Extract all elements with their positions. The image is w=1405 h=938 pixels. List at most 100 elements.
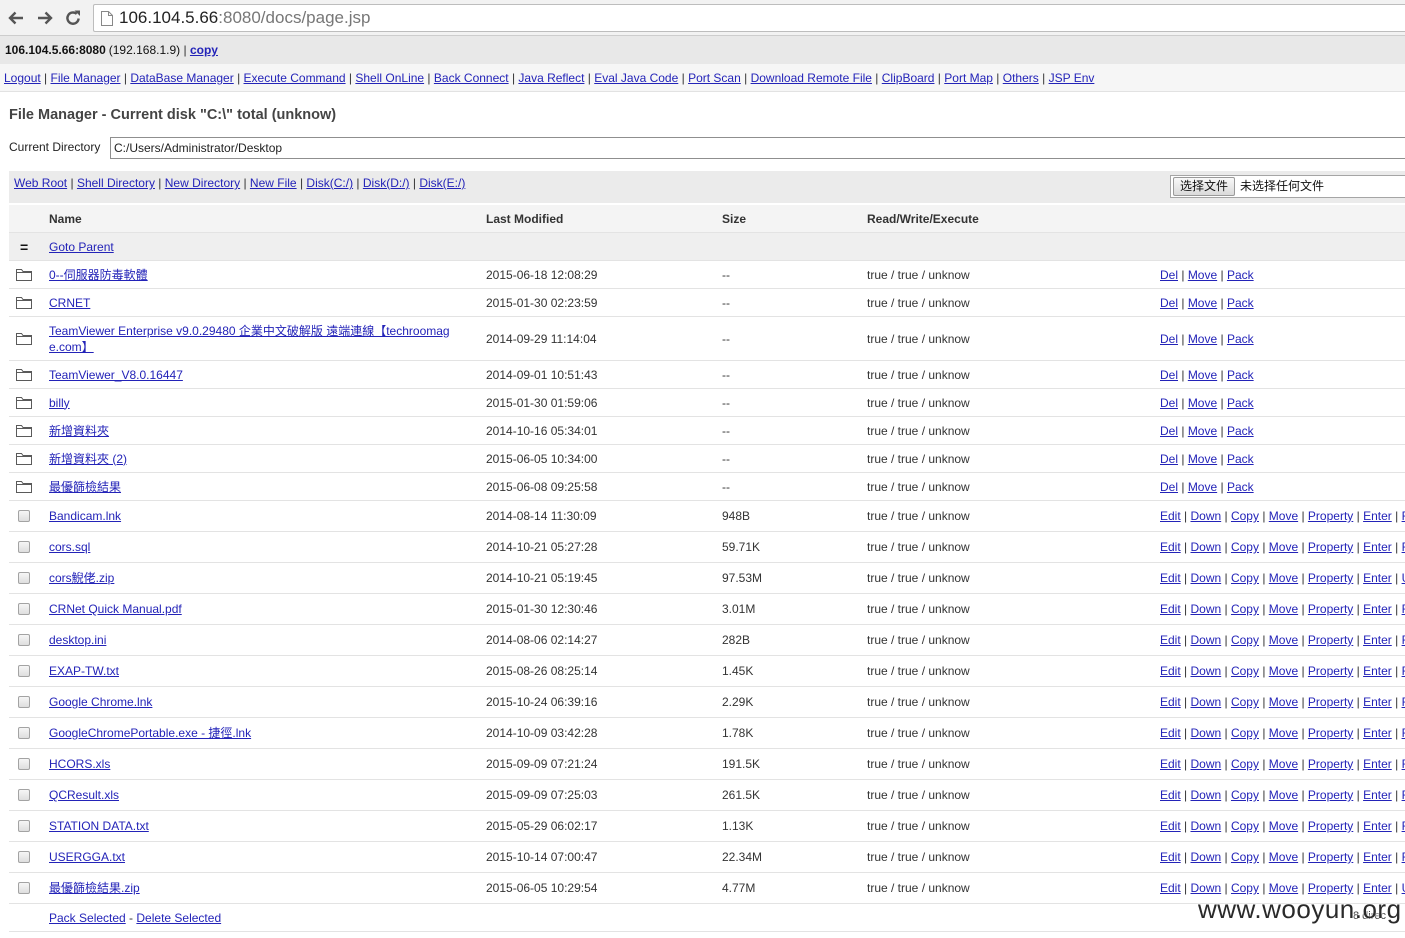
back-arrow-icon[interactable] bbox=[6, 8, 26, 28]
truncated-action-link[interactable]: F bbox=[1402, 602, 1405, 616]
nav-database-manager-link[interactable]: DataBase Manager bbox=[130, 71, 233, 85]
file-checkbox[interactable] bbox=[18, 789, 30, 801]
edit-link[interactable]: Edit bbox=[1160, 540, 1181, 554]
copy-link[interactable]: Copy bbox=[1231, 850, 1259, 864]
nav-execute-command-link[interactable]: Execute Command bbox=[244, 71, 346, 85]
down-link[interactable]: Down bbox=[1190, 850, 1221, 864]
folder-name-link[interactable]: billy bbox=[49, 396, 70, 410]
move-link[interactable]: Move bbox=[1269, 602, 1298, 616]
file-checkbox[interactable] bbox=[18, 727, 30, 739]
enter-link[interactable]: Enter bbox=[1363, 509, 1392, 523]
copy-link[interactable]: Copy bbox=[1231, 726, 1259, 740]
folder-name-link[interactable]: 新增資料夾 bbox=[49, 424, 109, 438]
property-link[interactable]: Property bbox=[1308, 881, 1353, 895]
copy-link[interactable]: Copy bbox=[1231, 695, 1259, 709]
copy-link[interactable]: Copy bbox=[1231, 881, 1259, 895]
enter-link[interactable]: Enter bbox=[1363, 571, 1392, 585]
file-checkbox[interactable] bbox=[18, 665, 30, 677]
file-checkbox[interactable] bbox=[18, 882, 30, 894]
move-link[interactable]: Move bbox=[1188, 368, 1217, 382]
file-name-link[interactable]: desktop.ini bbox=[49, 633, 106, 647]
property-link[interactable]: Property bbox=[1308, 540, 1353, 554]
truncated-action-link[interactable]: F bbox=[1402, 664, 1405, 678]
copy-link[interactable]: copy bbox=[190, 43, 218, 57]
toolbar-web-root-link[interactable]: Web Root bbox=[14, 176, 67, 190]
down-link[interactable]: Down bbox=[1190, 819, 1221, 833]
file-upload-input[interactable]: 选择文件 未选择任何文件 bbox=[1170, 175, 1405, 198]
pack-selected-link[interactable]: Pack Selected bbox=[49, 911, 126, 925]
edit-link[interactable]: Edit bbox=[1160, 664, 1181, 678]
pack-link[interactable]: Pack bbox=[1227, 452, 1254, 466]
file-checkbox[interactable] bbox=[18, 634, 30, 646]
move-link[interactable]: Move bbox=[1269, 788, 1298, 802]
nav-eval-java-code-link[interactable]: Eval Java Code bbox=[594, 71, 678, 85]
enter-link[interactable]: Enter bbox=[1363, 757, 1392, 771]
file-checkbox[interactable] bbox=[18, 572, 30, 584]
folder-name-link[interactable]: 新增資料夾 (2) bbox=[49, 452, 127, 466]
move-link[interactable]: Move bbox=[1269, 726, 1298, 740]
file-name-link[interactable]: GoogleChromePortable.exe - 捷徑.lnk bbox=[49, 726, 251, 740]
truncated-action-link[interactable]: F bbox=[1402, 695, 1405, 709]
file-name-link[interactable]: EXAP-TW.txt bbox=[49, 664, 119, 678]
edit-link[interactable]: Edit bbox=[1160, 757, 1181, 771]
move-link[interactable]: Move bbox=[1269, 540, 1298, 554]
down-link[interactable]: Down bbox=[1190, 664, 1221, 678]
move-link[interactable]: Move bbox=[1188, 480, 1217, 494]
reload-icon[interactable] bbox=[63, 8, 83, 28]
folder-name-link[interactable]: TeamViewer_V8.0.16447 bbox=[49, 368, 183, 382]
property-link[interactable]: Property bbox=[1308, 602, 1353, 616]
edit-link[interactable]: Edit bbox=[1160, 788, 1181, 802]
toolbar-disk-d-link[interactable]: Disk(D:/) bbox=[363, 176, 410, 190]
nav-logout-link[interactable]: Logout bbox=[4, 71, 41, 85]
property-link[interactable]: Property bbox=[1308, 726, 1353, 740]
truncated-action-link[interactable]: F bbox=[1402, 509, 1405, 523]
nav-jsp-env-link[interactable]: JSP Env bbox=[1049, 71, 1095, 85]
nav-back-connect-link[interactable]: Back Connect bbox=[434, 71, 509, 85]
file-name-link[interactable]: QCResult.xls bbox=[49, 788, 119, 802]
property-link[interactable]: Property bbox=[1308, 850, 1353, 864]
enter-link[interactable]: Enter bbox=[1363, 664, 1392, 678]
move-link[interactable]: Move bbox=[1188, 332, 1217, 346]
move-link[interactable]: Move bbox=[1188, 296, 1217, 310]
toolbar-new-file-link[interactable]: New File bbox=[250, 176, 297, 190]
copy-link[interactable]: Copy bbox=[1231, 602, 1259, 616]
del-link[interactable]: Del bbox=[1160, 296, 1178, 310]
file-name-link[interactable]: Google Chrome.lnk bbox=[49, 695, 152, 709]
del-link[interactable]: Del bbox=[1160, 452, 1178, 466]
file-checkbox[interactable] bbox=[18, 603, 30, 615]
move-link[interactable]: Move bbox=[1269, 819, 1298, 833]
del-link[interactable]: Del bbox=[1160, 396, 1178, 410]
nav-shell-online-link[interactable]: Shell OnLine bbox=[355, 71, 424, 85]
address-bar[interactable]: 106.104.5.66:8080/docs/page.jsp bbox=[93, 4, 1405, 32]
folder-name-link[interactable]: TeamViewer Enterprise v9.0.29480 企業中文破解版… bbox=[49, 324, 450, 354]
file-checkbox[interactable] bbox=[18, 851, 30, 863]
move-link[interactable]: Move bbox=[1188, 268, 1217, 282]
file-checkbox[interactable] bbox=[18, 541, 30, 553]
down-link[interactable]: Down bbox=[1190, 602, 1221, 616]
edit-link[interactable]: Edit bbox=[1160, 602, 1181, 616]
nav-download-remote-file-link[interactable]: Download Remote File bbox=[751, 71, 872, 85]
file-name-link[interactable]: USERGGA.txt bbox=[49, 850, 125, 864]
file-name-link[interactable]: Bandicam.lnk bbox=[49, 509, 121, 523]
current-directory-input[interactable] bbox=[110, 137, 1405, 159]
truncated-action-link[interactable]: F bbox=[1402, 633, 1405, 647]
copy-link[interactable]: Copy bbox=[1231, 509, 1259, 523]
file-name-link[interactable]: HCORS.xls bbox=[49, 757, 110, 771]
property-link[interactable]: Property bbox=[1308, 819, 1353, 833]
file-name-link[interactable]: cors鯢佬.zip bbox=[49, 571, 114, 585]
pack-link[interactable]: Pack bbox=[1227, 424, 1254, 438]
goto-parent-link[interactable]: Goto Parent bbox=[49, 240, 114, 254]
property-link[interactable]: Property bbox=[1308, 509, 1353, 523]
move-link[interactable]: Move bbox=[1269, 509, 1298, 523]
property-link[interactable]: Property bbox=[1308, 633, 1353, 647]
del-link[interactable]: Del bbox=[1160, 368, 1178, 382]
delete-selected-link[interactable]: Delete Selected bbox=[136, 911, 221, 925]
file-name-link[interactable]: CRNet Quick Manual.pdf bbox=[49, 602, 182, 616]
toolbar-shell-directory-link[interactable]: Shell Directory bbox=[77, 176, 155, 190]
truncated-action-link[interactable]: F bbox=[1402, 757, 1405, 771]
enter-link[interactable]: Enter bbox=[1363, 850, 1392, 864]
enter-link[interactable]: Enter bbox=[1363, 788, 1392, 802]
del-link[interactable]: Del bbox=[1160, 424, 1178, 438]
nav-port-scan-link[interactable]: Port Scan bbox=[688, 71, 741, 85]
edit-link[interactable]: Edit bbox=[1160, 819, 1181, 833]
